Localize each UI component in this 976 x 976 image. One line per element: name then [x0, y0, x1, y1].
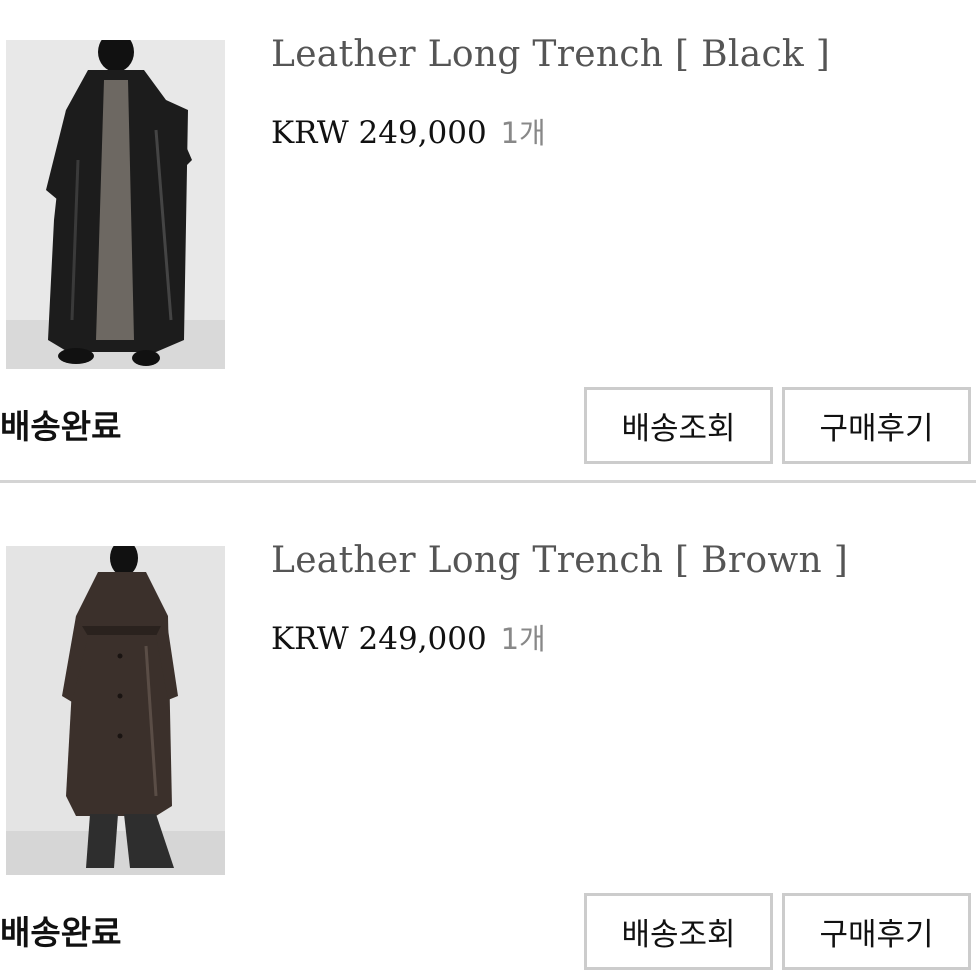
- divider: [0, 480, 976, 483]
- product-thumbnail[interactable]: [6, 40, 225, 369]
- product-image: [6, 40, 225, 369]
- price-line: KRW 249,000 1개: [271, 616, 546, 658]
- price-line: KRW 249,000 1개: [271, 110, 546, 152]
- order-item: Leather Long Trench [ Black ] KRW 249,00…: [0, 0, 976, 483]
- product-image: [6, 546, 225, 875]
- product-price: KRW 249,000: [271, 115, 487, 151]
- product-name[interactable]: Leather Long Trench [ Black ]: [271, 34, 830, 75]
- write-review-button[interactable]: 구매후기: [782, 387, 971, 464]
- product-price: KRW 249,000: [271, 621, 487, 657]
- delivery-status: 배송완료: [0, 407, 122, 446]
- order-item: Leather Long Trench [ Brown ] KRW 249,00…: [0, 506, 976, 976]
- product-quantity: 1개: [500, 116, 546, 150]
- delivery-status: 배송완료: [0, 913, 122, 952]
- track-delivery-button[interactable]: 배송조회: [584, 387, 773, 464]
- product-thumbnail[interactable]: [6, 546, 225, 875]
- write-review-button[interactable]: 구매후기: [782, 893, 971, 970]
- track-delivery-button[interactable]: 배송조회: [584, 893, 773, 970]
- product-name[interactable]: Leather Long Trench [ Brown ]: [271, 540, 848, 581]
- product-quantity: 1개: [500, 622, 546, 656]
- order-list: Leather Long Trench [ Black ] KRW 249,00…: [0, 0, 976, 976]
